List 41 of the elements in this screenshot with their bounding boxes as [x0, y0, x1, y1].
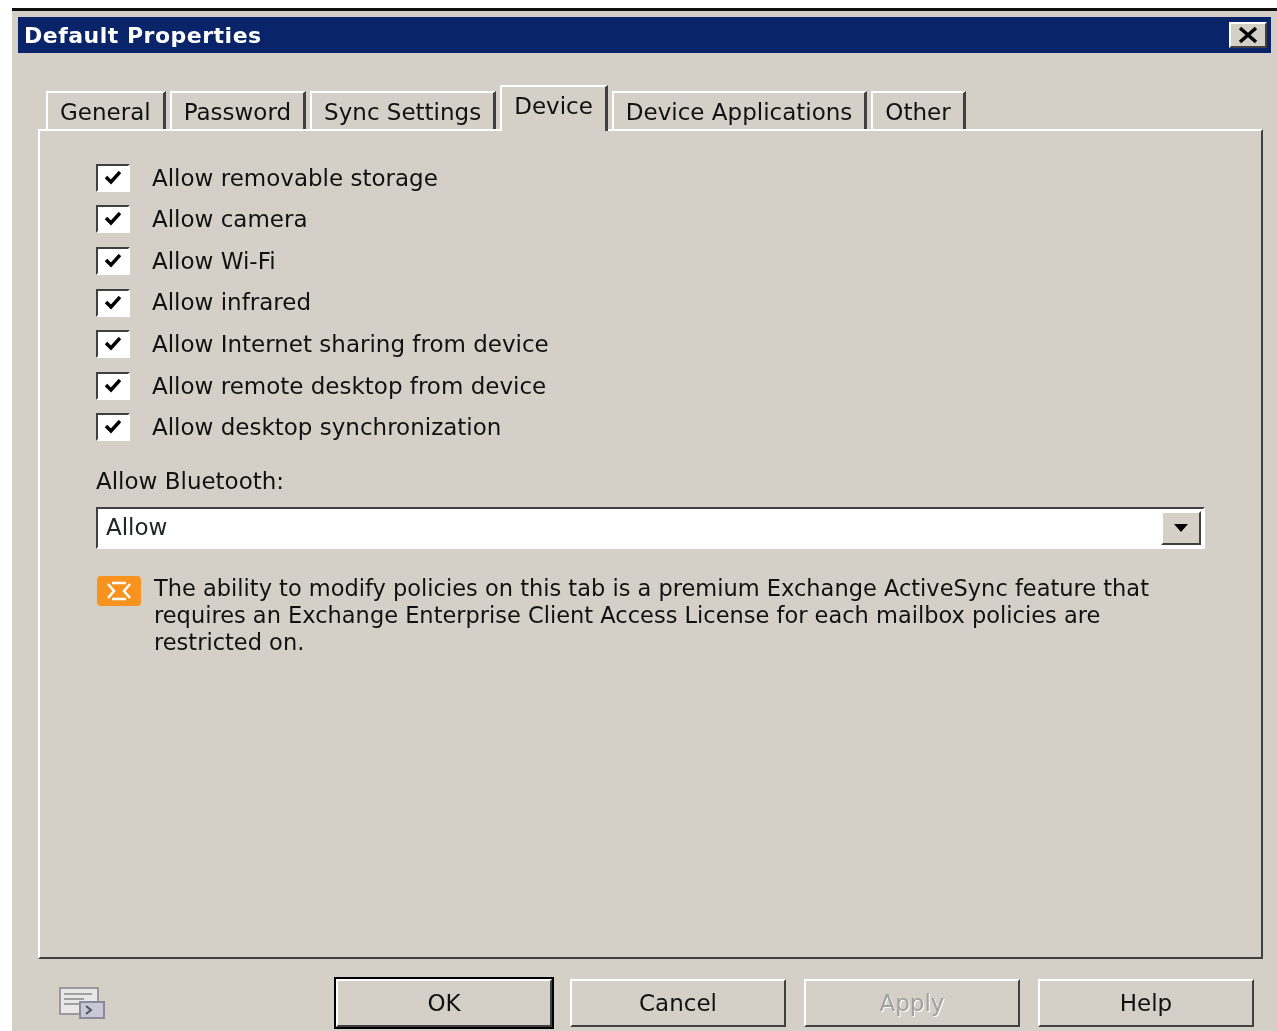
checkbox[interactable] — [96, 371, 130, 400]
check-icon — [105, 212, 121, 227]
tab[interactable]: Password — [169, 91, 307, 129]
check-icon — [105, 295, 121, 310]
check-icon — [105, 170, 121, 185]
dialog-button[interactable]: OK — [336, 979, 552, 1027]
tab[interactable]: Device — [500, 85, 608, 131]
bluetooth-dropdown[interactable]: Allow — [96, 506, 1205, 549]
close-button[interactable] — [1229, 22, 1267, 48]
checkbox-label: Allow desktop synchronization — [152, 413, 502, 443]
checkbox-label: Allow removable storage — [152, 163, 438, 193]
field-label: Allow Bluetooth: — [96, 467, 286, 497]
license-note: The ability to modify policies on this tab is a premium Exchange ActiveSync feature that requires an Exchange Enterprise Client Access License for each mailbox policies are restricted on. — [154, 574, 1150, 656]
checkbox[interactable] — [96, 288, 130, 317]
check-icon — [105, 378, 121, 393]
checkbox[interactable] — [96, 413, 130, 442]
checkbox[interactable] — [96, 247, 130, 275]
checkbox[interactable] — [96, 205, 130, 234]
tab[interactable]: Device Applications — [611, 91, 868, 129]
checkbox-label: Allow Internet sharing from device — [152, 329, 549, 359]
dropdown-button[interactable] — [1161, 510, 1201, 545]
dialog-button[interactable]: Cancel — [570, 979, 786, 1027]
checkbox-label: Allow Wi-Fi — [152, 246, 276, 276]
close-icon — [1237, 26, 1259, 44]
dropdown-value: Allow — [106, 513, 168, 543]
exchange-icon — [96, 574, 142, 607]
tab[interactable]: Other — [871, 91, 966, 129]
tab[interactable]: Sync Settings — [310, 91, 497, 129]
window-title: Default Properties — [24, 21, 262, 50]
checkbox[interactable] — [96, 330, 130, 359]
check-icon — [105, 420, 121, 435]
dialog-button[interactable]: Help — [1038, 979, 1254, 1027]
console-icon — [58, 986, 108, 1020]
caret-icon — [1174, 523, 1188, 532]
checkbox[interactable] — [96, 163, 130, 192]
checkbox-label: Allow infrared — [152, 288, 312, 318]
checkbox-label: Allow remote desktop from device — [152, 371, 547, 401]
tab[interactable]: General — [46, 91, 166, 129]
check-icon — [105, 337, 121, 352]
check-icon — [105, 254, 121, 268]
checkbox-label: Allow camera — [152, 205, 308, 235]
